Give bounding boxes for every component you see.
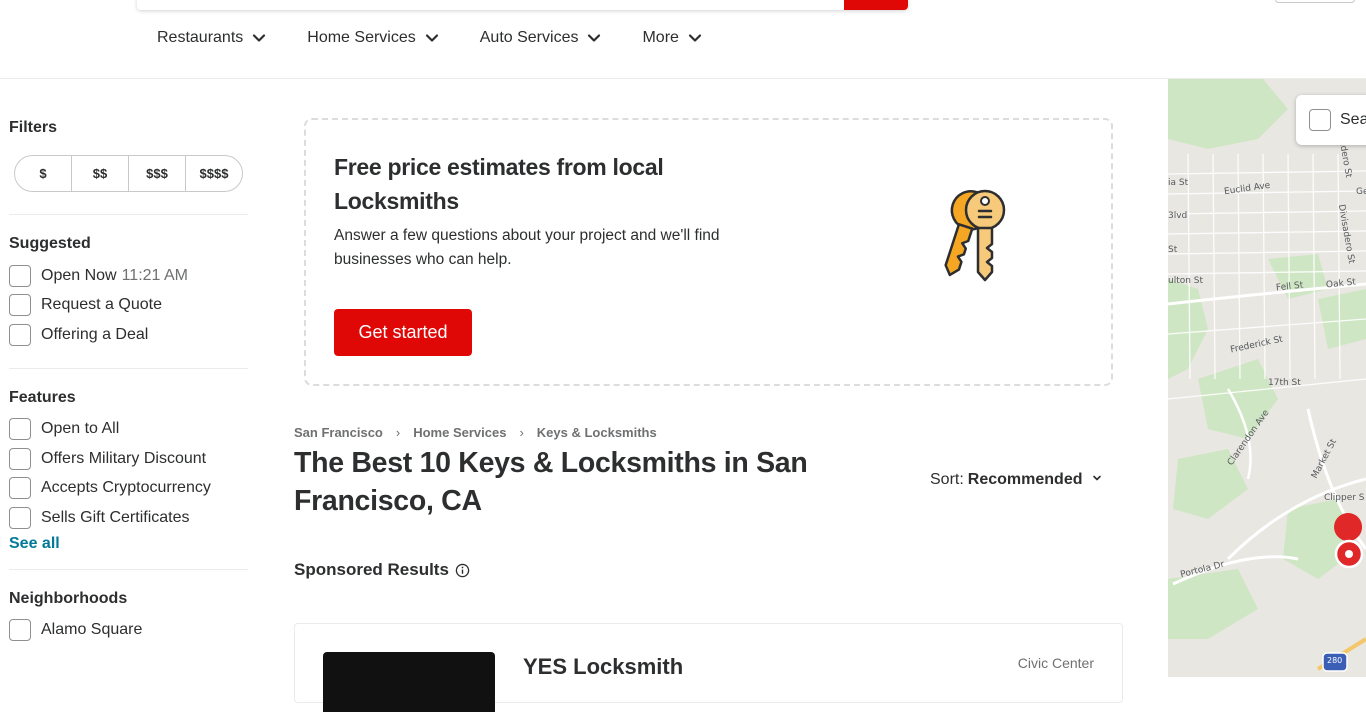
filter-alamo-square[interactable]: Alamo Square (9, 616, 248, 646)
checkbox[interactable] (9, 418, 31, 441)
breadcrumb-separator-icon: › (519, 425, 524, 440)
page-title: The Best 10 Keys & Locksmiths in San Fra… (294, 447, 808, 517)
map-street-label: 3lvd (1168, 211, 1188, 221)
breadcrumb-home-services[interactable]: Home Services (413, 425, 506, 440)
nav-restaurants[interactable]: Restaurants (157, 29, 267, 47)
business-name[interactable]: YES Locksmith (523, 654, 683, 680)
breadcrumb-separator-icon: › (395, 425, 401, 440)
nav-home-services-label: Home Services (307, 29, 416, 46)
suggested-title: Suggested (9, 235, 91, 252)
filter-label: Offers Military Discount (41, 449, 207, 467)
checkbox[interactable] (9, 447, 31, 470)
breadcrumb-keys-locksmiths[interactable]: Keys & Locksmiths (537, 425, 657, 440)
checkbox[interactable] (9, 506, 31, 529)
search-bar[interactable] (137, 0, 908, 10)
sort-label: Sort: (930, 471, 964, 488)
filter-label: Open to All (41, 420, 120, 438)
suggested-section: Suggested Open Now 11:21 AM Request a Qu… (9, 235, 248, 350)
map-street-label: St (1168, 245, 1178, 255)
chevron-down-icon (586, 30, 602, 46)
checkbox[interactable] (9, 294, 31, 317)
sort-value: Recommended (967, 471, 1083, 488)
chevron-down-icon (1091, 471, 1103, 489)
search-submit-button[interactable] (844, 0, 908, 10)
features-title: Features (9, 388, 76, 406)
checkbox[interactable] (9, 323, 31, 346)
checkbox[interactable] (9, 264, 31, 287)
chevron-down-icon (424, 30, 440, 46)
checkbox[interactable] (1309, 109, 1331, 131)
filter-gift-certificates[interactable]: Sells Gift Certificates (9, 503, 248, 533)
filter-label: Alamo Square (41, 621, 143, 639)
neighborhoods-title: Neighborhoods (9, 589, 128, 607)
map-street-label: ia St (1168, 178, 1189, 188)
nav-auto-services-label: Auto Services (479, 29, 579, 46)
nav-home-services[interactable]: Home Services (307, 29, 439, 47)
map-street-label: ulton St (1168, 276, 1204, 286)
filters-title: Filters (9, 119, 58, 136)
features-section: Features Open to All Offers Military Dis… (9, 389, 248, 553)
chevron-down-icon (251, 30, 267, 46)
filter-offering-deal[interactable]: Offering a Deal (9, 320, 248, 350)
sponsored-results-heading: Sponsored Results (294, 560, 470, 580)
filters-sidebar: Filters $ $$ $$$ $$$$ Suggested Open Now… (9, 119, 248, 645)
nav-auto-services[interactable]: Auto Services (480, 29, 603, 47)
price-filter-3[interactable]: $$$ (129, 156, 186, 191)
current-time: 11:21 AM (121, 266, 189, 284)
nav-more[interactable]: More (642, 29, 702, 47)
filter-label: Accepts Cryptocurrency (41, 479, 211, 497)
business-neighborhood: Civic Center (1017, 655, 1094, 671)
get-started-button[interactable]: Get started (334, 309, 472, 356)
divider (9, 568, 248, 570)
chevron-down-icon (687, 30, 703, 46)
quote-promo-card: Free price estimates from local Locksmit… (304, 118, 1113, 386)
price-filter-4[interactable]: $$$$ (186, 156, 242, 191)
price-filter-group: $ $$ $$$ $$$$ (14, 155, 243, 192)
map-search-label: Sea (1340, 111, 1366, 128)
promo-title: Free price estimates from local Locksmit… (334, 154, 664, 214)
map-street-label: 17th St (1268, 378, 1301, 388)
header-action-button[interactable] (1275, 0, 1355, 3)
filter-military-discount[interactable]: Offers Military Discount (9, 444, 248, 474)
search-as-map-moves-toggle[interactable]: Sea (1296, 95, 1366, 145)
header-divider (0, 78, 1366, 79)
filter-label: Offering a Deal (41, 325, 149, 343)
price-filter-1[interactable]: $ (15, 156, 72, 191)
promo-text: Answer a few questions about your projec… (334, 227, 720, 268)
checkbox[interactable] (9, 619, 31, 642)
map-street-label: Ge (1356, 187, 1366, 197)
filter-label: Open Now (41, 266, 117, 284)
price-filter-2[interactable]: $$ (72, 156, 129, 191)
business-result-card[interactable]: YES Locksmith Civic Center (294, 623, 1123, 712)
filter-label: Sells Gift Certificates (41, 508, 190, 526)
filter-request-quote[interactable]: Request a Quote (9, 291, 248, 321)
nav-restaurants-label: Restaurants (157, 29, 244, 46)
filter-label: Request a Quote (41, 296, 162, 314)
checkbox[interactable] (9, 477, 31, 500)
sponsored-label: Sponsored Results (294, 560, 449, 579)
divider (9, 214, 248, 215)
divider (9, 367, 248, 369)
breadcrumb: San Francisco › Home Services › Keys & L… (294, 425, 657, 440)
map-highway-label: 280 (1327, 656, 1343, 665)
see-all-features-link[interactable]: See all (9, 535, 248, 553)
info-icon[interactable] (455, 563, 470, 578)
filter-cryptocurrency[interactable]: Accepts Cryptocurrency (9, 474, 248, 504)
breadcrumb-san-francisco[interactable]: San Francisco (294, 425, 383, 440)
category-nav: Restaurants Home Services Auto Services … (157, 29, 743, 47)
nav-more-label: More (642, 29, 679, 46)
business-photo[interactable] (323, 652, 495, 712)
map-street-label: Clipper S (1324, 493, 1365, 503)
keys-illustration-icon (939, 186, 1014, 284)
results-map[interactable]: ia St Euclid Ave adero St Ge Divisadero … (1168, 79, 1366, 677)
filter-open-to-all[interactable]: Open to All (9, 415, 248, 445)
neighborhoods-section: Neighborhoods Alamo Square (9, 590, 248, 646)
filter-open-now[interactable]: Open Now 11:21 AM (9, 261, 248, 291)
sort-dropdown[interactable]: Sort: Recommended (930, 471, 1103, 489)
